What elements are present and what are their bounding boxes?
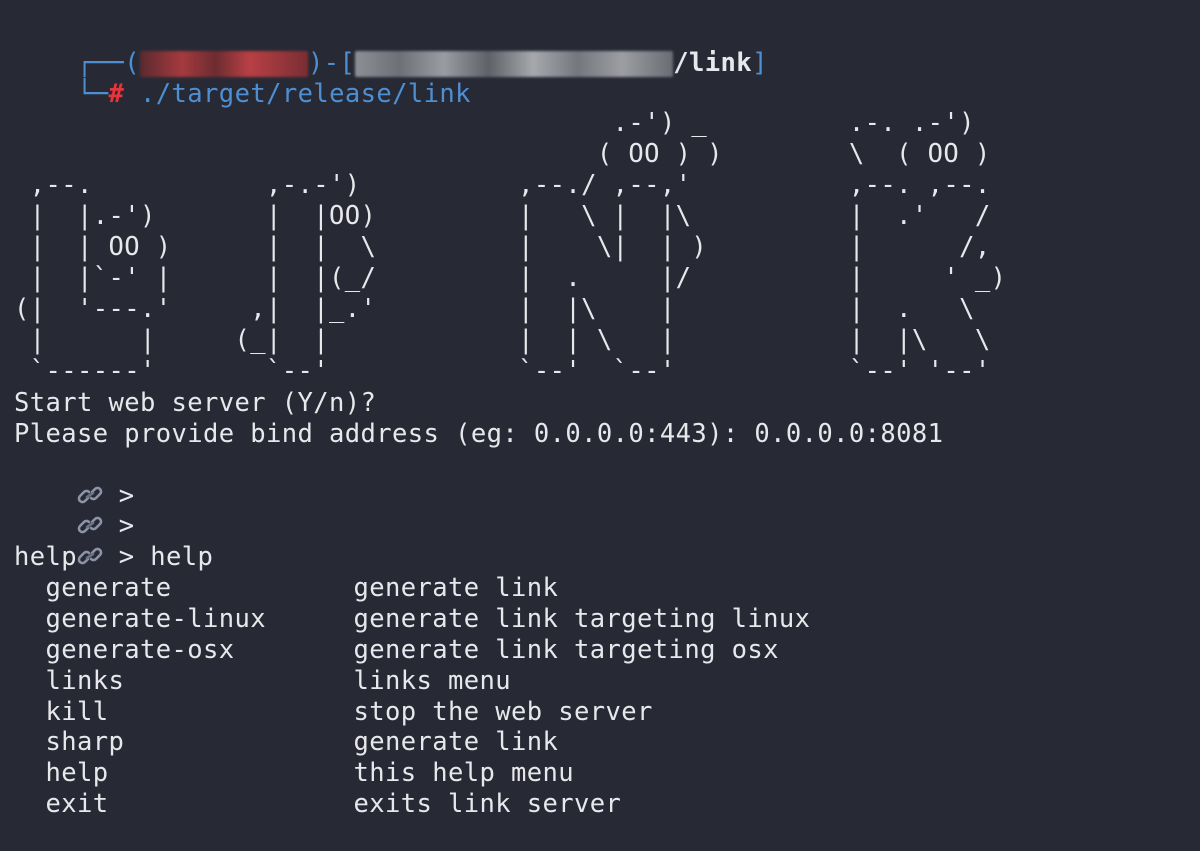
active-shell-prompt[interactable]: >: [14, 817, 164, 851]
link-shell-prompt: >: [14, 450, 150, 511]
bind-address-prompt: Please provide bind address (eg: 0.0.0.0…: [14, 419, 944, 449]
prompt-box-close: ]: [752, 48, 768, 78]
help-command: links: [45, 666, 125, 696]
help-description: generate link: [353, 573, 559, 603]
link-shell-prompt: > help: [14, 511, 213, 572]
scrolled-off-edge: [0, 0, 1200, 8]
link-icon: [77, 547, 103, 565]
prompt-symbol: >: [103, 542, 151, 572]
help-description: generate link targeting linux: [353, 604, 811, 634]
start-server-prompt: Start web server (Y/n)?: [14, 388, 377, 418]
help-command: kill: [45, 697, 109, 727]
executed-command: ./target/release/link: [124, 79, 471, 109]
help-command: sharp: [45, 727, 125, 757]
help-command: generate-linux: [45, 604, 267, 634]
shell-command-line: └─# ./target/release/link: [14, 48, 471, 109]
help-row: generate-linux generate link targeting li…: [14, 604, 810, 635]
help-row: links links menu: [14, 666, 511, 697]
help-command: generate-osx: [45, 635, 235, 665]
prompt-input: help: [150, 542, 214, 572]
terminal-window[interactable]: ┌──()-[/link] └─# ./target/release/link …: [0, 0, 1200, 851]
help-echo: help: [14, 542, 78, 572]
link-ascii-banner: .-') _ .-. .-') ( OO ) ) \ ( OO ) ,--. ,…: [14, 108, 1007, 386]
help-row: exit exits link server: [14, 789, 621, 820]
prompt-path: /link: [673, 48, 753, 78]
help-row: kill stop the web server: [14, 697, 653, 728]
root-hash: #: [108, 79, 125, 109]
help-description: links menu: [353, 666, 512, 696]
shell-prompt-header: ┌──()-[/link]: [14, 17, 768, 78]
help-command: generate: [45, 573, 172, 603]
prompt-corner: └─: [77, 79, 109, 109]
help-description: stop the web server: [353, 697, 653, 727]
help-row: help this help menu: [14, 758, 574, 789]
help-description: exits link server: [353, 789, 622, 819]
help-row: sharp generate link: [14, 727, 558, 758]
help-command: help: [45, 758, 109, 788]
help-row: generate generate link: [14, 573, 558, 604]
help-command: exit: [45, 789, 109, 819]
help-description: generate link: [353, 727, 559, 757]
help-description: generate link targeting osx: [353, 635, 779, 665]
link-shell-prompt: >: [14, 480, 150, 541]
help-row: generate-osx generate link targeting osx: [14, 635, 779, 666]
help-description: this help menu: [353, 758, 575, 788]
